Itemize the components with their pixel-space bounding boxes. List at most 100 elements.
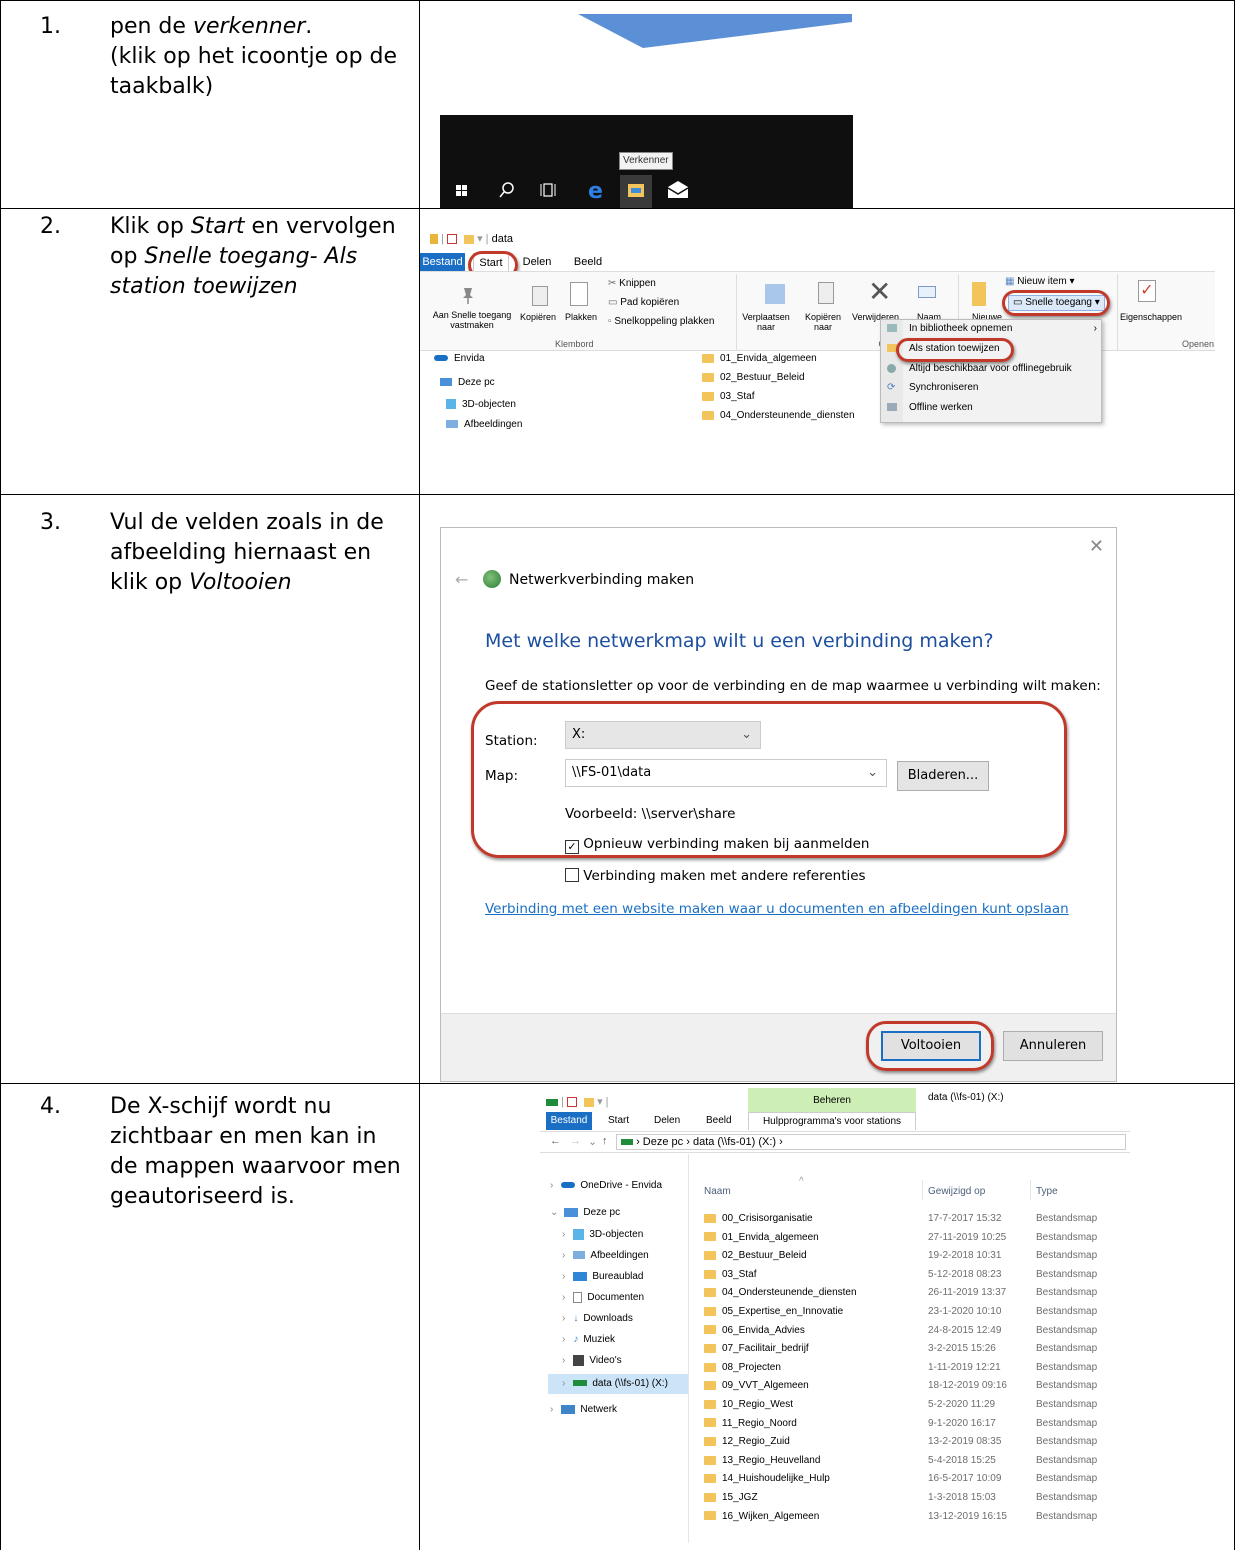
table-row[interactable]: 11_Regio_Noord 9-1-2020 16:17 Bestandsmap	[704, 1418, 1124, 1436]
chevron-right-icon: ›	[1093, 323, 1097, 334]
paste-button[interactable]: Plakken	[565, 312, 597, 322]
back-arrow-icon[interactable]: ←	[455, 570, 468, 589]
nav-item[interactable]: 3D-objecten	[446, 399, 516, 417]
close-icon[interactable]: ✕	[1089, 536, 1104, 557]
cell-modified: 1-3-2018 15:03	[928, 1492, 996, 1503]
menu-item[interactable]: Altijd beschikbaar voor offlinegebruik	[887, 363, 1072, 381]
table-row[interactable]: 08_Projecten 1-11-2019 12:21 Bestandsmap	[704, 1362, 1124, 1380]
table-row[interactable]: 03_Staf 5-12-2018 08:23 Bestandsmap	[704, 1269, 1124, 1287]
cell-name: 04_Ondersteunende_diensten	[704, 1287, 857, 1298]
nav-item[interactable]: › ↓ Downloads	[562, 1313, 633, 1331]
nav-item[interactable]: › Video's	[562, 1355, 622, 1373]
nav-item[interactable]: › Documenten	[562, 1292, 644, 1310]
table-row[interactable]: 15_JGZ 1-3-2018 15:03 Bestandsmap	[704, 1492, 1124, 1510]
task-view-icon[interactable]	[540, 183, 556, 197]
chevron-down-icon[interactable]: ⌄	[588, 1135, 597, 1148]
list-item[interactable]: 03_Staf	[702, 391, 754, 409]
nav-item-selected[interactable]: › data (\\fs-01) (X:)	[548, 1374, 688, 1394]
table-row[interactable]: 10_Regio_West 5-2-2020 11:29 Bestandsmap	[704, 1399, 1124, 1417]
title-bar: | ▾ | data	[430, 232, 513, 248]
folder-icon	[704, 1251, 716, 1261]
other-credentials-checkbox[interactable]	[565, 868, 579, 882]
table-row[interactable]: 04_Ondersteunende_diensten 26-11-2019 13:…	[704, 1287, 1124, 1305]
list-item[interactable]: 01_Envida_algemeen	[702, 353, 817, 371]
tab-bestand[interactable]: Bestand	[420, 253, 465, 271]
list-item[interactable]: 04_Ondersteunende_diensten	[702, 410, 855, 428]
other-credentials-option[interactable]: Verbinding maken met andere referenties	[565, 868, 866, 884]
column-type[interactable]: Type	[1036, 1186, 1058, 1197]
nav-item[interactable]: › ♪ Muziek	[562, 1334, 615, 1352]
table-border-left	[0, 0, 1, 1550]
paste-shortcut-button[interactable]: ▫ Snelkoppeling plakken	[608, 316, 714, 327]
menu-item[interactable]: Offline werken	[887, 402, 973, 420]
move-to-icon	[765, 284, 785, 304]
nav-item[interactable]: ⌄ Deze pc	[550, 1207, 620, 1225]
mail-icon[interactable]	[667, 181, 689, 198]
nav-item[interactable]: › Netwerk	[550, 1404, 617, 1422]
column-modified[interactable]: Gewijzigd op	[928, 1186, 985, 1197]
new-item-button[interactable]: ▦ Nieuw item ▾	[1005, 276, 1075, 287]
table-row[interactable]: 07_Facilitair_bedrijf 3-2-2015 15:26 Besta…	[704, 1343, 1124, 1361]
nav-item[interactable]: › 3D-objecten	[562, 1229, 643, 1247]
cell-type: Bestandsmap	[1036, 1436, 1098, 1448]
cancel-button[interactable]: Annuleren	[1003, 1031, 1103, 1061]
nav-item[interactable]: Envida	[434, 353, 485, 371]
table-row[interactable]: 01_Envida_algemeen 27-11-2019 10:25 Bestan…	[704, 1232, 1124, 1250]
windows-start-icon[interactable]	[456, 185, 467, 196]
table-row[interactable]: 09_VVT_Algemeen 18-12-2019 09:16 Bestandsm…	[704, 1380, 1124, 1398]
table-row[interactable]: 06_Envida_Advies 24-8-2015 12:49 Bestandsm…	[704, 1325, 1124, 1343]
list-item[interactable]: 02_Bestuur_Beleid	[702, 372, 805, 390]
nav-item[interactable]: › Bureaublad	[562, 1271, 644, 1289]
file-explorer-icon[interactable]	[628, 184, 644, 197]
nav-item[interactable]: › OneDrive - Envida	[550, 1180, 662, 1198]
table-row[interactable]: 05_Expertise_en_Innovatie 23-1-2020 10:10…	[704, 1306, 1124, 1324]
properties-button[interactable]: Eigenschappen	[1120, 312, 1182, 322]
nav-item-label: data (\\fs-01) (X:)	[592, 1378, 668, 1389]
pin-button[interactable]: Aan Snelle toegang vastmaken	[424, 310, 520, 330]
table-row[interactable]: 13_Regio_Heuvelland 5-4-2018 15:25 Bestand…	[704, 1455, 1124, 1473]
copy-path-button[interactable]: ▭ Pad kopiëren	[608, 297, 679, 308]
edge-browser-icon[interactable]: e	[588, 179, 603, 204]
folder-icon	[704, 1418, 716, 1428]
table-row[interactable]: 14_Huishoudelijke_Hulp 16-5-2017 10:09 Bes…	[704, 1473, 1124, 1491]
folder-icon	[704, 1213, 716, 1223]
forward-arrow-icon[interactable]: →	[570, 1135, 581, 1147]
drive-icon	[573, 1380, 588, 1387]
up-arrow-icon[interactable]: ↑	[602, 1135, 608, 1147]
folder-icon	[702, 353, 714, 363]
nav-item[interactable]: Deze pc	[440, 377, 495, 395]
search-icon[interactable]	[499, 182, 514, 198]
group-divider	[1117, 274, 1118, 350]
copy-icon	[532, 286, 548, 306]
tab-drive-tools[interactable]: Hulpprogramma's voor stations	[748, 1112, 916, 1130]
breadcrumb-item[interactable]: Deze pc	[643, 1136, 683, 1148]
copy-to-icon	[818, 282, 834, 304]
table-row[interactable]: 02_Bestuur_Beleid 19-2-2018 10:31 Bestands…	[704, 1250, 1124, 1268]
tab-delen[interactable]: Delen	[654, 1112, 680, 1130]
menu-item[interactable]: ⟳ Synchroniseren	[887, 382, 978, 400]
step-number: 1.	[40, 14, 61, 39]
cell-modified: 23-1-2020 10:10	[928, 1306, 1002, 1317]
website-link[interactable]: Verbinding met een website maken waar u …	[485, 901, 1069, 917]
tab-bestand[interactable]: Bestand	[546, 1112, 592, 1130]
move-to-button[interactable]: Verplaatsen naar	[742, 312, 790, 332]
cut-button[interactable]: ✂ Knippen	[608, 278, 656, 289]
copy-button[interactable]: Kopiëren	[520, 312, 556, 322]
tab-start[interactable]: Start	[608, 1112, 629, 1130]
column-name[interactable]: Naam	[704, 1186, 731, 1197]
address-bar[interactable]: › Deze pc › data (\\fs-01) (X:) ›	[616, 1134, 1126, 1150]
library-icon	[887, 324, 897, 333]
cell-type: Bestandsmap	[1036, 1492, 1098, 1503]
nav-item[interactable]: › Afbeeldingen	[562, 1250, 649, 1268]
back-arrow-icon[interactable]: ←	[550, 1135, 561, 1147]
table-row[interactable]: 12_Regio_Zuid 13-2-2019 08:35 Bestandsmap	[704, 1436, 1124, 1454]
table-row[interactable]: 16_Wijken_Algemeen 13-12-2019 16:15 Bestan…	[704, 1511, 1124, 1529]
tab-delen[interactable]: Delen	[517, 253, 557, 271]
tab-beeld[interactable]: Beeld	[568, 253, 608, 271]
tab-beeld[interactable]: Beeld	[706, 1112, 732, 1130]
table-row[interactable]: 00_Crisisorganisatie 17-7-2017 15:32 Besta…	[704, 1213, 1124, 1231]
copy-to-button[interactable]: Kopiëren naar	[800, 312, 846, 332]
nav-item[interactable]: Afbeeldingen	[446, 419, 522, 435]
breadcrumb-item[interactable]: data (\\fs-01) (X:)	[693, 1136, 776, 1148]
cell-name: 08_Projecten	[704, 1362, 781, 1373]
